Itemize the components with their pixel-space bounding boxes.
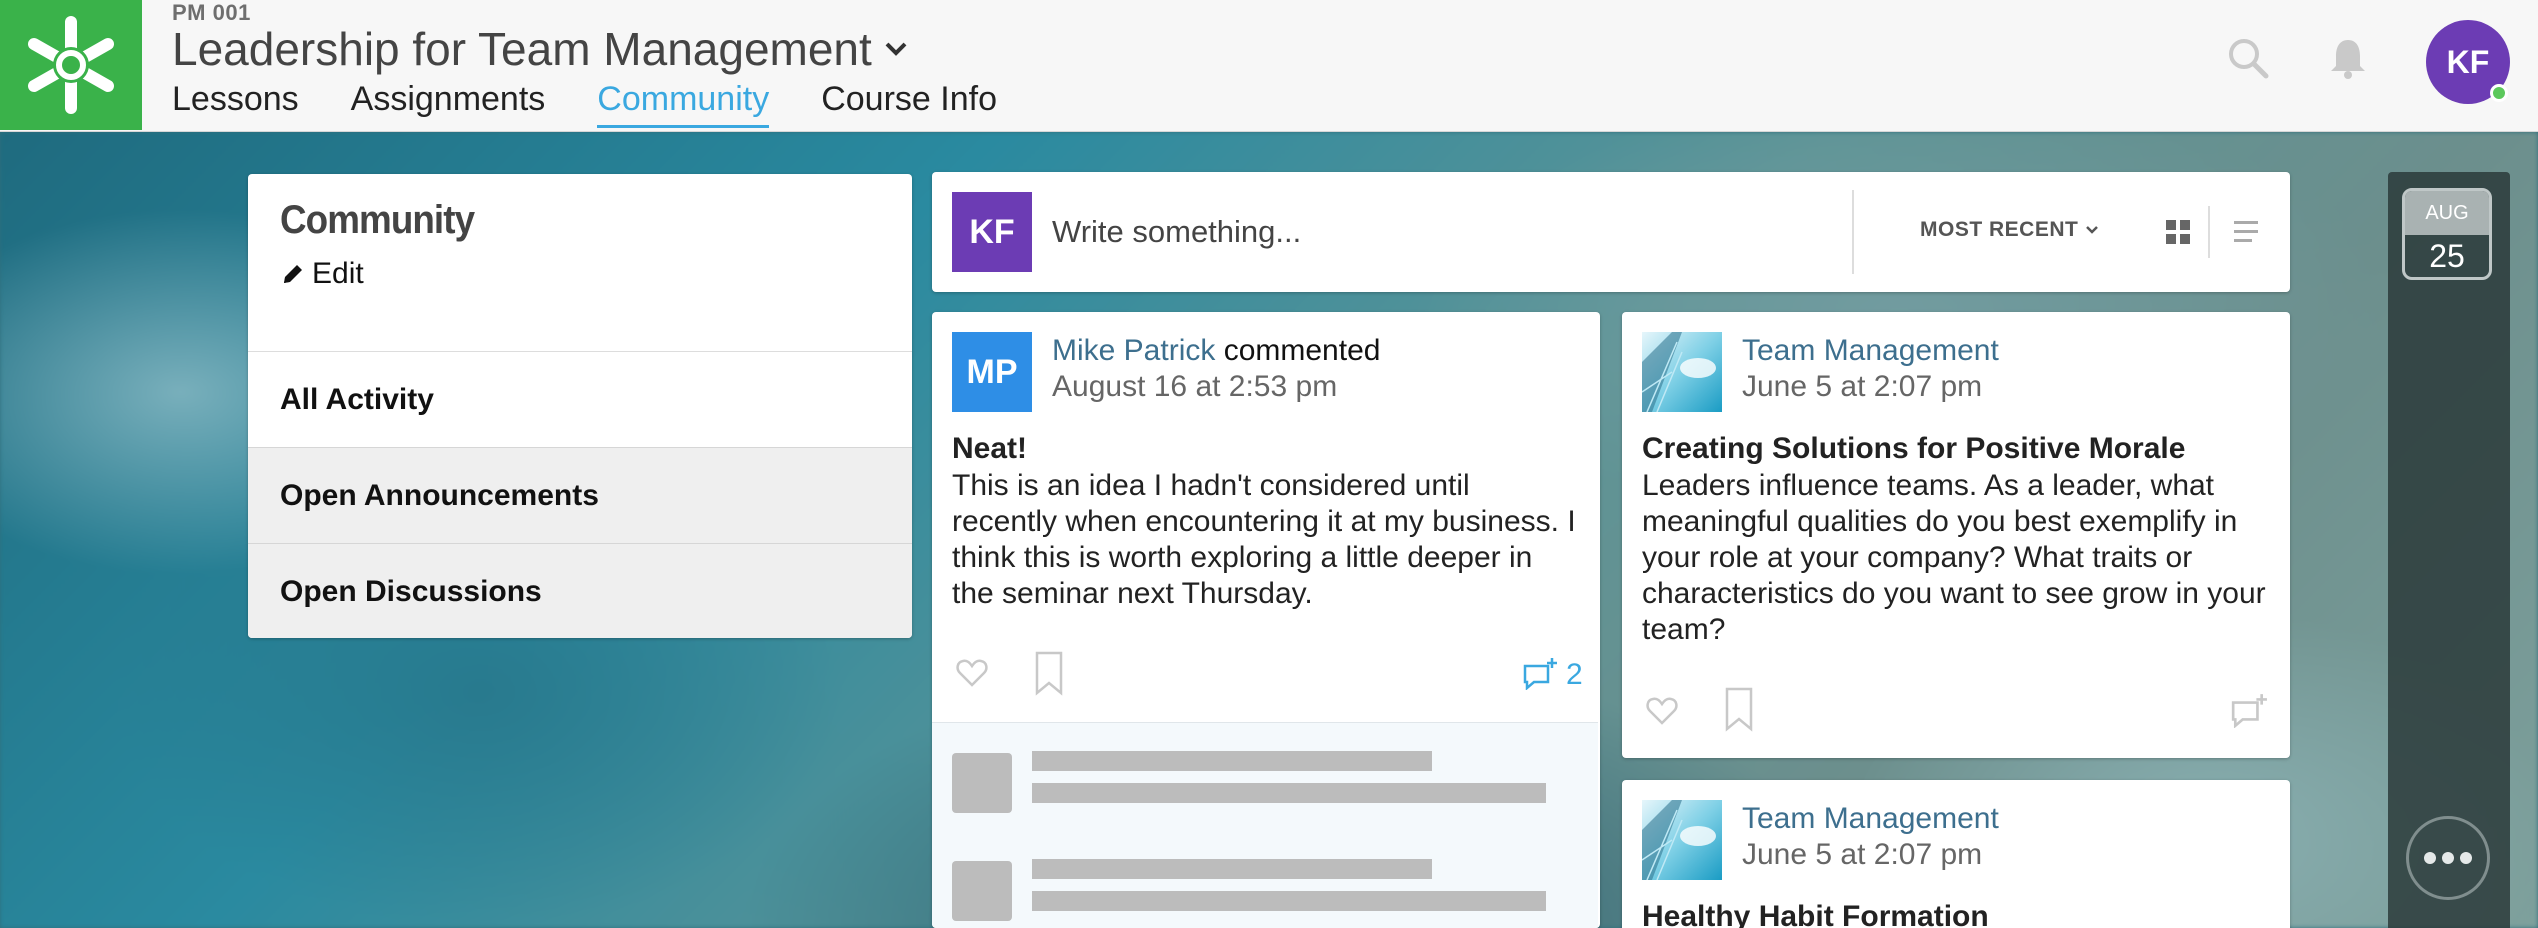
post-card[interactable]: Team Management June 5 at 2:07 pm Health… bbox=[1622, 780, 2290, 928]
post-title: Neat! bbox=[952, 432, 1028, 465]
sort-dropdown[interactable]: MOST RECENT bbox=[1920, 218, 2100, 242]
heart-icon[interactable] bbox=[1646, 696, 1678, 726]
search-icon[interactable] bbox=[2226, 36, 2270, 80]
more-icon[interactable] bbox=[2406, 816, 2490, 900]
calendar-day: 25 bbox=[2429, 237, 2465, 274]
composer-input[interactable]: Write something... bbox=[1052, 214, 1301, 250]
calendar-month: AUG bbox=[2405, 191, 2489, 235]
post-card[interactable]: Team Management June 5 at 2:07 pm Creati… bbox=[1622, 312, 2290, 758]
post-card[interactable]: MP Mike Patrick commented August 16 at 2… bbox=[932, 312, 1600, 928]
sidebar-header: Community Edit bbox=[248, 174, 912, 352]
right-rail: AUG 25 bbox=[2388, 172, 2510, 928]
bell-icon[interactable] bbox=[2326, 36, 2370, 80]
course-title-dropdown[interactable]: Leadership for Team Management bbox=[172, 22, 910, 76]
course-tabs: Lessons Assignments Community Course Inf… bbox=[172, 80, 997, 128]
sidebar-item-open-discussions[interactable]: Open Discussions bbox=[248, 544, 912, 638]
post-date: June 5 at 2:07 pm bbox=[1742, 838, 1983, 871]
post-author-line: Team Management bbox=[1742, 802, 1999, 836]
author-name-link[interactable]: Team Management bbox=[1742, 802, 1999, 835]
post-body: Leaders influence teams. As a leader, wh… bbox=[1642, 469, 2266, 646]
sidebar-item-all-activity[interactable]: All Activity bbox=[248, 352, 912, 448]
post-author-line: Team Management bbox=[1742, 334, 1999, 368]
tab-course-info[interactable]: Course Info bbox=[821, 80, 997, 128]
author-name-link[interactable]: Mike Patrick bbox=[1052, 334, 1215, 367]
composer-avatar: KF bbox=[952, 192, 1032, 272]
edit-label: Edit bbox=[312, 257, 364, 290]
skeleton-avatar bbox=[952, 861, 1012, 921]
course-title: Leadership for Team Management bbox=[172, 23, 872, 75]
grid-view-icon[interactable] bbox=[2164, 218, 2192, 246]
sort-label: MOST RECENT bbox=[1920, 218, 2079, 241]
post-date: June 5 at 2:07 pm bbox=[1742, 370, 1983, 403]
skeleton-bar bbox=[1032, 859, 1432, 879]
post-action: commented bbox=[1223, 334, 1381, 367]
course-thumbnail bbox=[1642, 800, 1722, 880]
calendar-date-badge[interactable]: AUG 25 bbox=[2402, 188, 2492, 280]
bookmark-icon[interactable] bbox=[1034, 650, 1064, 696]
author-name-link[interactable]: Team Management bbox=[1742, 334, 1999, 367]
post-title: Creating Solutions for Positive Morale bbox=[1642, 432, 2186, 465]
tab-assignments[interactable]: Assignments bbox=[351, 80, 546, 128]
post-body: This is an idea I hadn't considered unti… bbox=[952, 469, 1576, 610]
tab-community[interactable]: Community bbox=[597, 80, 770, 128]
author-avatar: MP bbox=[952, 332, 1032, 412]
tab-lessons[interactable]: Lessons bbox=[172, 80, 299, 128]
app-logo-icon[interactable] bbox=[0, 0, 142, 130]
chevron-down-icon bbox=[2086, 226, 2099, 234]
skeleton-bar bbox=[1032, 891, 1546, 911]
comment-icon[interactable] bbox=[2230, 694, 2268, 728]
edit-button[interactable]: Edit bbox=[280, 257, 880, 291]
heart-icon[interactable] bbox=[956, 658, 988, 688]
divider bbox=[2208, 206, 2210, 258]
comment-icon[interactable] bbox=[1522, 658, 1558, 690]
sidebar-item-open-announcements[interactable]: Open Announcements bbox=[248, 448, 912, 544]
skeleton-bar bbox=[1032, 751, 1432, 771]
pencil-icon bbox=[284, 265, 302, 283]
post-composer: KF Write something... MOST RECENT bbox=[932, 172, 2290, 292]
skeleton-bar bbox=[1032, 783, 1546, 803]
course-thumbnail bbox=[1642, 332, 1722, 412]
post-title: Healthy Habit Formation bbox=[1642, 900, 1989, 928]
list-view-icon[interactable] bbox=[2232, 218, 2262, 246]
comments-loading-placeholder bbox=[932, 722, 1598, 928]
skeleton-avatar bbox=[952, 753, 1012, 813]
community-sidebar: Community Edit All Activity Open Announc… bbox=[248, 174, 912, 638]
online-status-indicator bbox=[2490, 84, 2508, 102]
divider bbox=[1852, 190, 1854, 274]
bookmark-icon[interactable] bbox=[1724, 686, 1754, 732]
sidebar-title: Community bbox=[280, 198, 475, 242]
post-date: August 16 at 2:53 pm bbox=[1052, 370, 1338, 403]
chevron-down-icon bbox=[885, 42, 907, 56]
post-author-line: Mike Patrick commented bbox=[1052, 334, 1380, 368]
comment-count[interactable]: 2 bbox=[1566, 658, 1583, 692]
top-header: PM 001 Leadership for Team Management Le… bbox=[0, 0, 2538, 132]
